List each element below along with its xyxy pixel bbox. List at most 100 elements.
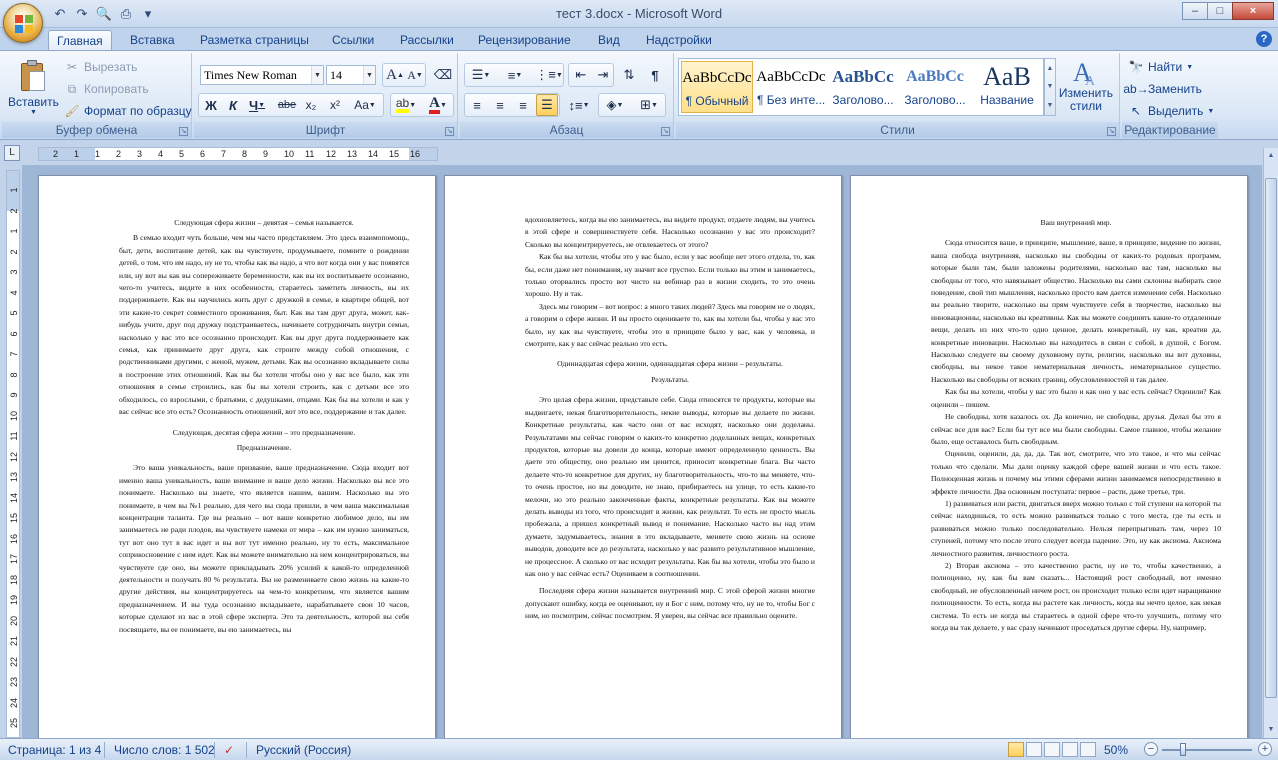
tab-references[interactable]: Ссылки xyxy=(324,30,382,50)
body-paragraph: вдохновляетесь, когда вы ею занимаетесь,… xyxy=(525,215,815,249)
chevron-down-icon[interactable]: ▼ xyxy=(311,66,323,84)
italic-button[interactable]: К xyxy=(222,94,244,116)
scroll-down-icon[interactable]: ▼ xyxy=(1265,724,1277,736)
close-button[interactable]: × xyxy=(1232,2,1274,20)
numbered-list-icon: ≡ xyxy=(507,67,516,83)
show-marks-button[interactable]: ¶ xyxy=(644,64,666,86)
format-painter-button[interactable]: 🖌 Формат по образцу xyxy=(64,101,191,121)
styles-gallery-scroll[interactable]: ▲ ▼ ▼ xyxy=(1044,58,1056,116)
document-area[interactable]: Следующая сфера жизни – девятая – семья … xyxy=(22,165,1262,738)
word-count[interactable]: Число слов: 1 502 xyxy=(114,743,215,757)
find-button[interactable]: 🔭 Найти ▼ xyxy=(1128,57,1194,77)
bold-button[interactable]: Ж xyxy=(200,94,222,116)
ruler-tick: 24 xyxy=(9,697,19,708)
line-spacing-button[interactable]: ↕≡ ▼ xyxy=(564,94,594,116)
tab-selector[interactable]: L xyxy=(4,145,20,161)
zoom-out-icon[interactable]: − xyxy=(1144,742,1158,756)
outdent-icon: ⇤ xyxy=(575,67,587,82)
style-no-spacing[interactable]: AaBbCcDc ¶ Без инте... xyxy=(755,61,827,113)
style-title[interactable]: AaB Название xyxy=(971,61,1043,113)
page-2[interactable]: вдохновляетесь, когда вы ею занимаетесь,… xyxy=(444,175,842,738)
scroll-up-icon[interactable]: ▲ xyxy=(1265,150,1277,162)
chevron-down-icon[interactable]: ▼ xyxy=(1047,83,1054,90)
dialog-launcher-icon[interactable]: ↘ xyxy=(445,127,454,136)
tab-mailings[interactable]: Рассылки xyxy=(392,30,462,50)
ruler-tick: 25 xyxy=(9,718,19,729)
superscript-button[interactable]: x² xyxy=(324,94,346,116)
zoom-in-icon[interactable]: + xyxy=(1258,742,1272,756)
outline-view-icon[interactable] xyxy=(1062,742,1078,757)
tab-view[interactable]: Вид xyxy=(590,30,628,50)
restore-button[interactable]: □ xyxy=(1207,2,1233,20)
subscript-button[interactable]: x₂ xyxy=(300,94,322,116)
tab-insert[interactable]: Вставка xyxy=(122,30,183,50)
copy-icon: ⧉ xyxy=(67,81,77,96)
language-indicator[interactable]: Русский (Россия) xyxy=(256,743,351,757)
select-button[interactable]: ↖ Выделить ▼ xyxy=(1128,101,1214,121)
strikethrough-button[interactable]: abe xyxy=(276,94,298,116)
spellcheck-icon[interactable]: ✓ xyxy=(224,743,234,757)
multilevel-list-button[interactable]: ⋮≡ ▼ xyxy=(534,64,564,86)
grow-font-button[interactable]: A ▲ xyxy=(384,64,406,86)
zoom-slider-thumb[interactable] xyxy=(1180,743,1186,756)
font-size-combo[interactable]: 14 ▼ xyxy=(326,65,376,85)
align-center-button[interactable]: ≡ xyxy=(489,94,511,116)
dialog-launcher-icon[interactable]: ↘ xyxy=(179,127,188,136)
borders-button[interactable]: ⊞ ▼ xyxy=(634,94,664,116)
full-screen-reading-view-icon[interactable] xyxy=(1026,742,1042,757)
chevron-down-icon[interactable]: ▼ xyxy=(363,66,375,84)
shrink-font-button[interactable]: A ▼ xyxy=(404,64,426,86)
shading-button[interactable]: ◈ ▼ xyxy=(600,94,630,116)
print-layout-view-icon[interactable] xyxy=(1008,742,1024,757)
tab-addins[interactable]: Надстройки xyxy=(638,30,720,50)
office-button[interactable] xyxy=(3,3,43,43)
copy-button[interactable]: ⧉ Копировать xyxy=(64,79,149,99)
page-1[interactable]: Следующая сфера жизни – девятая – семья … xyxy=(38,175,436,738)
tab-page-layout[interactable]: Разметка страницы xyxy=(192,30,317,50)
change-case-button[interactable]: Aa ▼ xyxy=(350,94,380,116)
scrollbar-thumb[interactable] xyxy=(1265,178,1277,698)
draft-view-icon[interactable] xyxy=(1080,742,1096,757)
sort-button[interactable]: ⇅ xyxy=(618,64,640,86)
dialog-launcher-icon[interactable]: ↘ xyxy=(1107,127,1116,136)
chevron-up-icon[interactable]: ▲ xyxy=(1047,65,1054,72)
style-normal[interactable]: AaBbCcDc ¶ Обычный xyxy=(681,61,753,113)
body-paragraph: Это целая сфера жизни, представьте себе.… xyxy=(525,395,815,578)
web-layout-view-icon[interactable] xyxy=(1044,742,1060,757)
clear-formatting-button[interactable]: ⌫ xyxy=(432,64,454,86)
cut-button[interactable]: ✂ Вырезать xyxy=(64,57,137,77)
underline-button[interactable]: Ч ▼ xyxy=(246,94,268,116)
style-heading-2[interactable]: AaBbCc Заголово... xyxy=(899,61,971,113)
justify-button[interactable]: ☰ xyxy=(536,94,558,116)
paste-icon xyxy=(19,59,47,93)
font-name-combo[interactable]: Times New Roman ▼ xyxy=(200,65,324,85)
ruler-tick: 7 xyxy=(9,351,19,357)
align-right-button[interactable]: ≡ xyxy=(512,94,534,116)
vertical-ruler[interactable]: 1 2 1 2 3 4 5 6 7 8 9 10 11 12 13 14 15 16 17 18 19 20 21 22 23 2… xyxy=(6,170,20,749)
increase-indent-button[interactable]: ⇥ xyxy=(592,64,614,86)
bullets-button[interactable]: ☰ ▼ xyxy=(466,64,496,86)
zoom-level[interactable]: 50% xyxy=(1104,743,1128,757)
decrease-indent-button[interactable]: ⇤ xyxy=(570,64,592,86)
highlight-button[interactable]: ab ▼ xyxy=(392,94,420,116)
tab-review[interactable]: Рецензирование xyxy=(470,30,579,50)
page-3[interactable]: Ваш внутренний мир. Сюда относится ваше, … xyxy=(850,175,1248,738)
tab-home[interactable]: Главная xyxy=(48,30,112,50)
numbering-button[interactable]: ≡ ▼ xyxy=(500,64,530,86)
zoom-slider-track[interactable] xyxy=(1162,749,1252,751)
vertical-scrollbar[interactable]: ▲ ▼ xyxy=(1263,148,1278,738)
shrink-font-label: A xyxy=(407,67,416,82)
help-icon[interactable]: ? xyxy=(1256,31,1272,47)
align-left-button[interactable]: ≡ xyxy=(466,94,488,116)
font-color-button[interactable]: A ▼ xyxy=(424,94,452,116)
horizontal-ruler[interactable]: 2 1 1 2 3 4 5 6 7 8 9 10 11 12 13 14 15 16 xyxy=(38,147,438,161)
divider xyxy=(104,742,105,758)
dialog-launcher-icon[interactable]: ↘ xyxy=(661,127,670,136)
minimize-button[interactable]: – xyxy=(1182,2,1208,20)
paste-button[interactable]: Вставить ▼ xyxy=(8,59,59,116)
page-count[interactable]: Страница: 1 из 4 xyxy=(8,743,101,757)
change-styles-button[interactable]: A A Изменить стили xyxy=(1058,57,1114,113)
replace-button[interactable]: ab→ Заменить xyxy=(1123,79,1202,99)
more-icon[interactable]: ▼ xyxy=(1047,102,1054,109)
style-heading-1[interactable]: AaBbCc Заголово... xyxy=(827,61,899,113)
